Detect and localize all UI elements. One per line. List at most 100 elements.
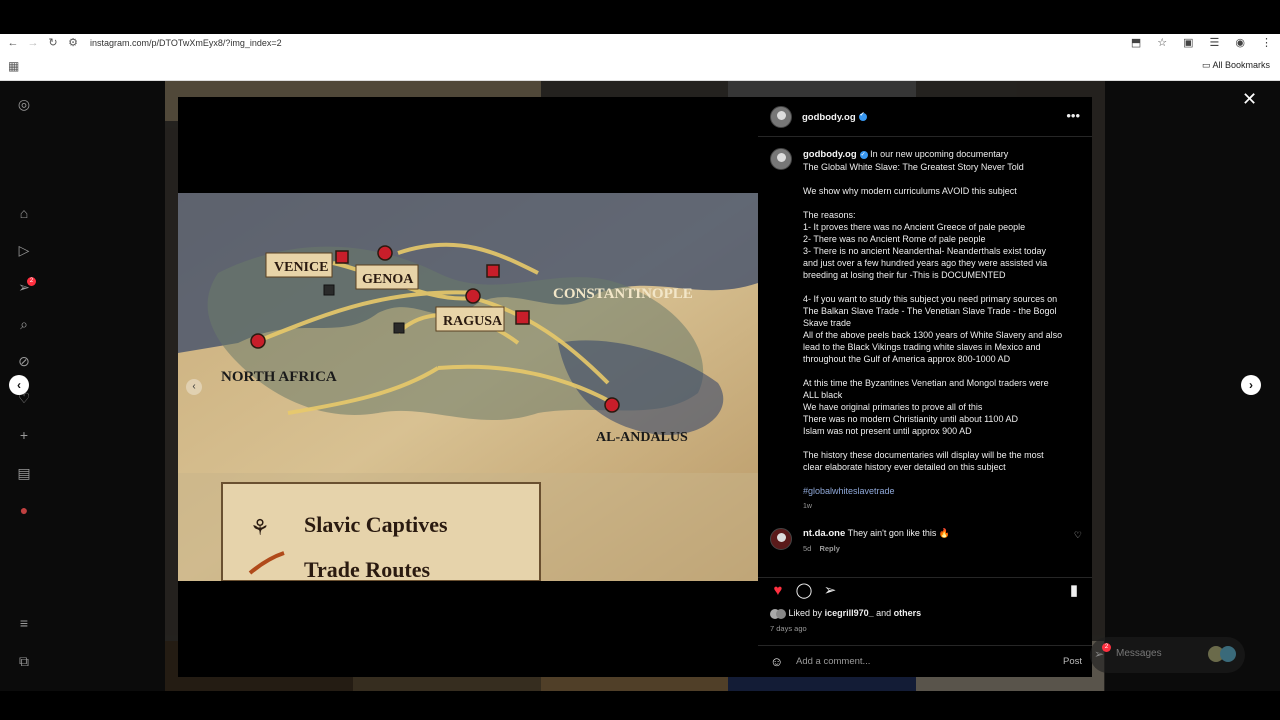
meta-icon[interactable]: ⧉ [16,653,32,669]
author-avatar[interactable] [770,106,792,128]
create-icon[interactable]: + [16,427,32,443]
caption-timestamp[interactable]: 1w [803,501,1083,513]
previous-post-icon[interactable]: ‹ [9,375,29,395]
messages-button[interactable]: ➢ 2 Messages [1090,637,1245,673]
caption-line: The Global White Slave: The Greatest Sto… [803,162,1024,172]
legend-slavic-captives-icon: ⚘ [250,515,270,540]
add-comment-bar: ☺ Add a comment... Post [758,645,1092,677]
map-label-north-africa: NORTH AFRICA [221,369,337,385]
more-options-icon[interactable]: ••• [1066,108,1080,123]
verified-icon [858,111,867,122]
likes-others-link[interactable]: others [894,608,922,618]
caption-line: lead to the Black Vikings trading white … [803,342,1041,352]
caption-line: breeding at losing their fur -This is DO… [803,270,1006,280]
liker-username[interactable]: icegrill970_ [825,608,874,618]
caption-line: 1- It proves there was no Ancient Greece… [803,222,1026,232]
caption-line: and just over a few hundred years ago th… [803,258,1048,268]
window-top-bar [0,0,1280,34]
home-icon[interactable]: ⌂ [16,205,32,221]
map-label-ragusa: RAGUSA [443,314,503,329]
commenter-username[interactable]: nt.da.one [803,528,845,539]
next-post-icon[interactable]: › [1241,375,1261,395]
commenter-avatar[interactable] [770,528,792,550]
instagram-icon[interactable]: ◎ [16,96,32,112]
menu-icon[interactable]: ≡ [16,615,32,631]
comment-icon[interactable]: ◯ [795,582,813,600]
caption-line: At this time the Byzantines Venetian and… [803,378,1049,388]
install-icon[interactable]: ⬒ [1131,36,1141,49]
caption-line: The history these documentaries will dis… [803,450,1044,460]
caption-line: There was no modern Christianity until a… [803,414,1018,424]
caption-line: In our new upcoming documentary [870,149,1009,159]
messages-label: Messages [1116,648,1162,659]
post-comment-button[interactable]: Post [1063,656,1082,667]
bookmark-star-icon[interactable]: ☆ [1157,36,1167,49]
forward-icon[interactable]: → [26,37,40,49]
profile-icon[interactable]: ◉ [1235,36,1245,49]
caption-line: The reasons: [803,210,856,220]
post-media[interactable]: VENICE GENOA RAGUSA CONSTANTINOPLE NORTH… [178,97,758,677]
reload-icon[interactable]: ↻ [46,36,60,49]
back-icon[interactable]: ← [6,37,20,49]
more-menu-icon[interactable]: ⋮ [1261,36,1272,49]
liked-by: Liked by icegrill970_ and others [770,608,921,619]
reels-icon[interactable]: ▷ [16,242,32,258]
share-icon[interactable]: ➢ [821,582,839,600]
caption-line: We have original primaries to prove all … [803,402,983,412]
caption-line: Skave trade [803,318,852,328]
liked-heart-icon[interactable]: ♥ [769,582,787,600]
caption-line: 3- There is no ancient Neanderthal- Nean… [803,246,1046,256]
reading-list-icon[interactable]: ☰ [1210,36,1220,49]
messages-badge: 2 [1102,643,1111,652]
caption-line: throughout the Gulf of America approx 80… [803,354,1011,364]
url-field[interactable]: instagram.com/p/DTOTwXmEyx8/?img_index=2 [90,38,282,48]
post-header: godbody.og ••• [758,97,1092,137]
map-image: VENICE GENOA RAGUSA CONSTANTINOPLE NORTH… [178,193,758,581]
post-actions: ♥ ◯ ➢ ▮ Liked by icegrill970_ and others… [758,577,1092,637]
notification-badge: 2 [27,277,36,286]
verified-icon [859,149,868,161]
legend-slavic-captives: Slavic Captives [304,512,448,537]
all-bookmarks[interactable]: ▭ All Bookmarks [1202,60,1270,71]
emoji-icon[interactable]: ☺ [770,654,783,669]
search-icon[interactable]: ⌕ [16,316,32,332]
comment-like-icon[interactable]: ♡ [1074,530,1082,541]
trade-route-map: VENICE GENOA RAGUSA CONSTANTINOPLE NORTH… [178,193,758,581]
hashtag-link[interactable]: #globalwhiteslavetrade [803,485,1083,497]
address-bar-row: ← → ↻ ⚙ instagram.com/p/DTOTwXmEyx8/?img… [0,34,1280,51]
dashboard-icon[interactable]: ▤ [16,465,32,481]
explore-icon[interactable]: ⊘ [16,353,32,369]
previous-image-icon[interactable]: ‹ [186,379,202,395]
map-label-genoa: GENOA [362,272,414,287]
map-label-al-andalus: AL-ANDALUS [596,430,688,445]
saved-bookmark-icon[interactable]: ▮ [1065,582,1083,600]
site-info-icon[interactable]: ⚙ [66,36,80,49]
caption-line: All of the above peels back 1300 years o… [803,330,1063,340]
caption-line: 2- There was no Ancient Rome of pale peo… [803,234,986,244]
media-icon[interactable]: ▣ [1183,36,1193,49]
close-icon[interactable]: ✕ [1242,89,1257,110]
window-bottom-bar [0,691,1280,720]
folder-icon: ▭ [1201,60,1211,70]
comment-input[interactable]: Add a comment... [796,656,870,667]
comment-text: They ain't gon like this 🔥 [847,528,951,538]
caption-line: We show why modern curriculums AVOID thi… [803,186,1017,196]
map-label-constantinople: CONSTANTINOPLE [553,286,693,302]
author-username[interactable]: godbody.og [802,111,867,123]
caption-line: clear elaborate history ever detailed on… [803,462,1006,472]
profile-avatar[interactable]: ● [16,502,32,518]
post-details-panel: godbody.og ••• godbody.og In our new upc… [758,97,1092,677]
caption-line: Islam was not present until approx 900 A… [803,426,972,436]
post-caption: godbody.og In our new upcoming documenta… [803,148,1083,513]
apps-grid-icon[interactable]: ▦ [8,59,19,73]
bookmarks-bar: ▦ ▭ All Bookmarks [0,51,1280,81]
caption-username[interactable]: godbody.og [803,149,857,160]
caption-line: ALL black [803,390,843,400]
comment-time[interactable]: 5d [803,544,811,553]
legend-trade-routes: Trade Routes [304,557,431,581]
post-timestamp[interactable]: 7 days ago [770,624,807,633]
reply-button[interactable]: Reply [819,544,839,553]
map-label-venice: VENICE [274,260,328,275]
caption-avatar[interactable] [770,148,792,170]
liker-avatar [776,608,786,619]
